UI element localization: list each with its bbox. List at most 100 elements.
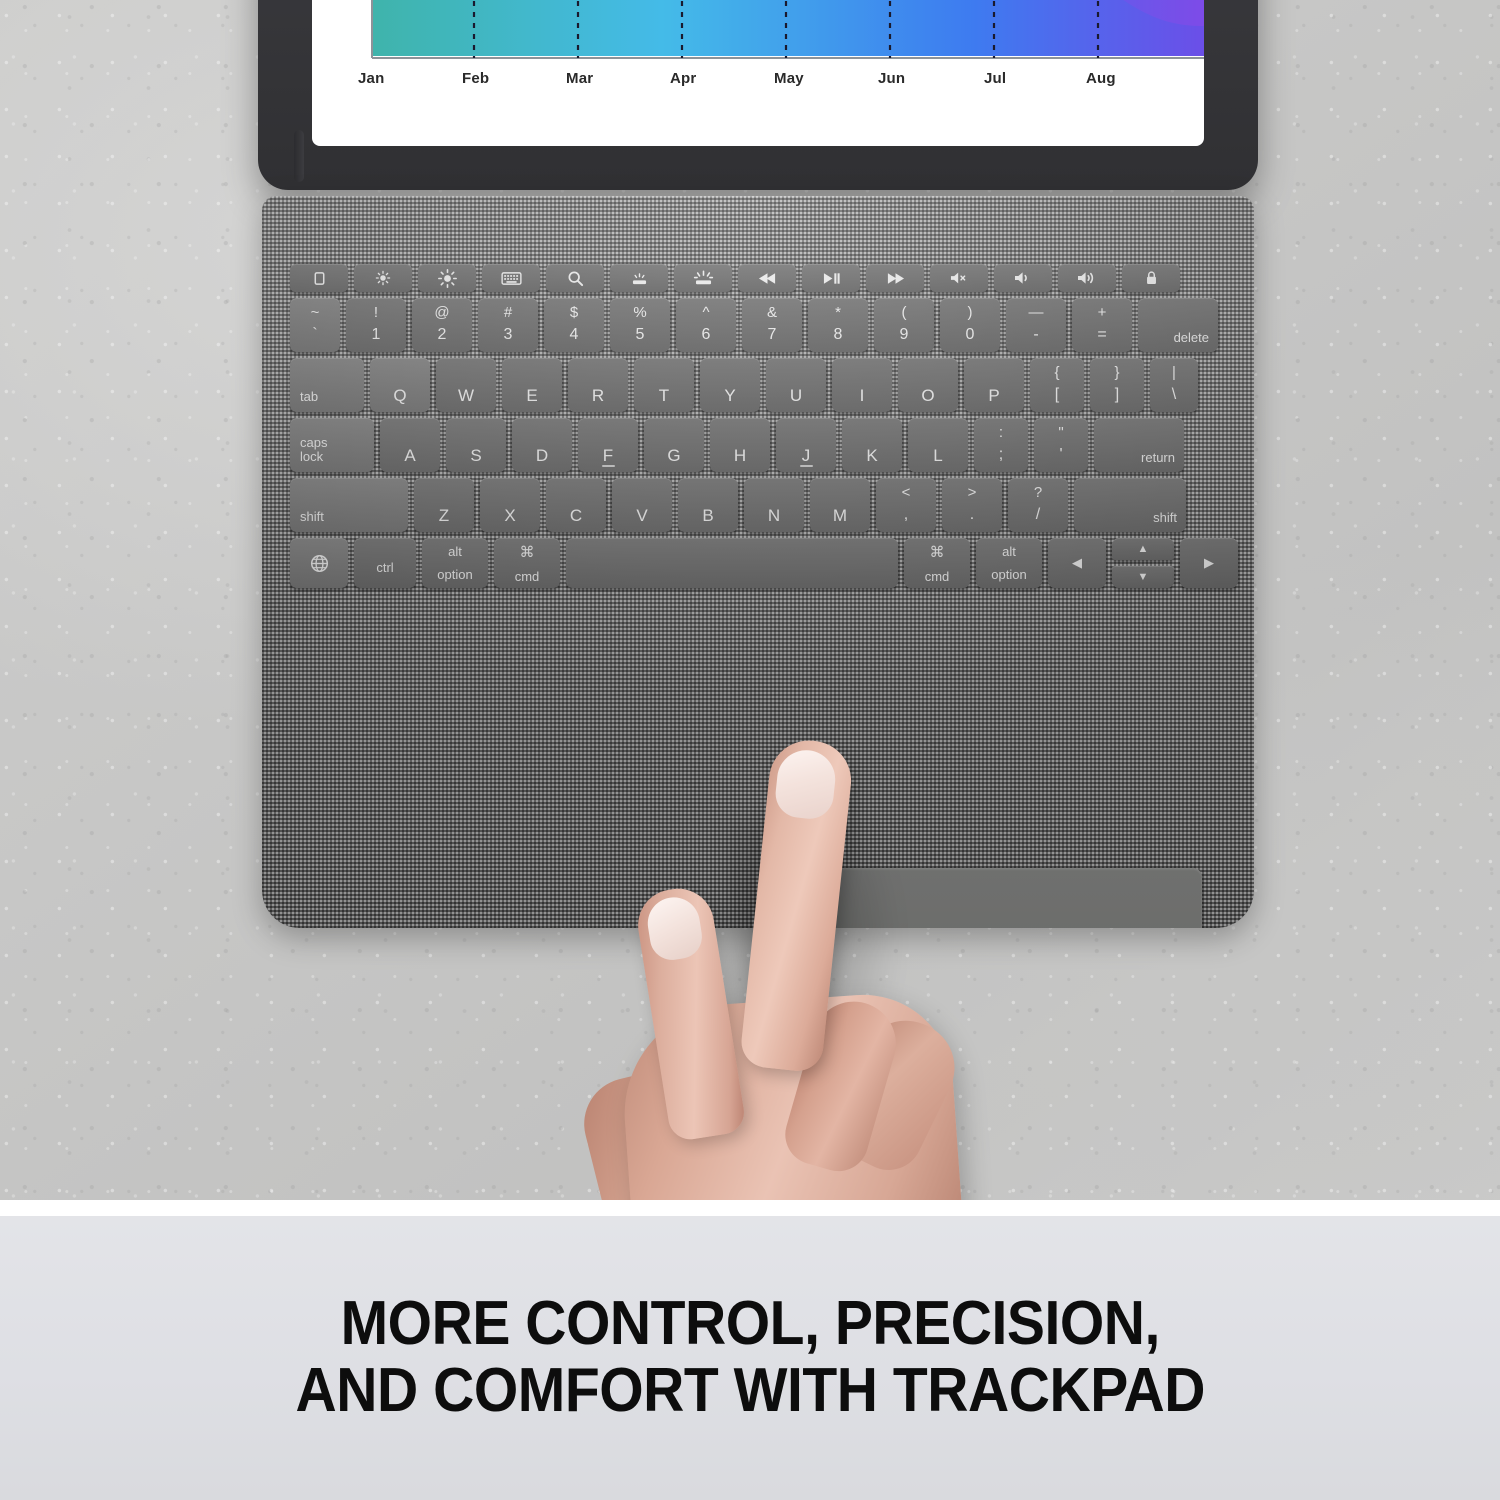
key-lower: cmd: [924, 568, 950, 584]
comma-key[interactable]: <,: [876, 478, 936, 532]
n-key[interactable]: N: [744, 478, 804, 532]
period-key[interactable]: >.: [942, 478, 1002, 532]
key-label: F: [602, 446, 614, 465]
mute-key[interactable]: [930, 264, 988, 292]
left-bracket-key[interactable]: {[: [1030, 358, 1084, 412]
arrow-up-key[interactable]: ▲: [1112, 538, 1174, 560]
play-pause-key[interactable]: [802, 264, 860, 292]
keyboard: ~ ` ! 1 @2 #3 $4 % 5 ^ 6 & 7 * 8 (9) 0…: [290, 264, 1238, 594]
tablet-screen[interactable]: 40% 20% Jan Feb Mar Apr May Jun Jul Aug: [312, 0, 1204, 146]
j-key[interactable]: J: [776, 418, 836, 472]
left-command-key[interactable]: ⌘ cmd: [494, 538, 560, 588]
right-command-key[interactable]: ⌘ cmd: [904, 538, 970, 588]
left-shift-key[interactable]: shift: [290, 478, 408, 532]
m-key[interactable]: M: [810, 478, 870, 532]
r-key[interactable]: R: [568, 358, 628, 412]
volume-up-key[interactable]: [1058, 264, 1116, 292]
search-key[interactable]: [546, 264, 604, 292]
key-label: L: [933, 446, 943, 465]
v-key[interactable]: V: [612, 478, 672, 532]
key-upper: ^: [702, 304, 710, 321]
g-key[interactable]: G: [644, 418, 704, 472]
key-upper: :: [998, 424, 1004, 441]
equals-key[interactable]: + =: [1072, 298, 1132, 352]
h-key[interactable]: H: [710, 418, 770, 472]
key-upper: {: [1054, 364, 1060, 381]
one-key[interactable]: ! 1: [346, 298, 406, 352]
z-key[interactable]: Z: [414, 478, 474, 532]
delete-key[interactable]: delete: [1138, 298, 1218, 352]
left-option-key[interactable]: alt option: [422, 538, 488, 588]
brightness-down-key[interactable]: [354, 264, 412, 292]
arrow-right-key[interactable]: ▶: [1180, 538, 1238, 588]
x-key[interactable]: X: [480, 478, 540, 532]
seven-key[interactable]: & 7: [742, 298, 802, 352]
arrow-down-key[interactable]: ▼: [1112, 566, 1174, 588]
s-key[interactable]: S: [446, 418, 506, 472]
u-key[interactable]: U: [766, 358, 826, 412]
onscreen-keyboard-key[interactable]: [482, 264, 540, 292]
control-key[interactable]: ctrl: [354, 538, 416, 588]
four-key[interactable]: $4: [544, 298, 604, 352]
l-key[interactable]: L: [908, 418, 968, 472]
backlight-down-key[interactable]: [610, 264, 668, 292]
six-key[interactable]: ^ 6: [676, 298, 736, 352]
five-key[interactable]: % 5: [610, 298, 670, 352]
f-key[interactable]: F: [578, 418, 638, 472]
keyboard-backlight-down-icon: [610, 264, 668, 292]
right-bracket-key[interactable]: }]: [1090, 358, 1144, 412]
key-label: ctrl: [376, 560, 394, 576]
quote-key[interactable]: " ': [1034, 418, 1088, 472]
key-label: K: [866, 446, 878, 465]
key-label: P: [988, 386, 1000, 405]
t-key[interactable]: T: [634, 358, 694, 412]
home-key[interactable]: [290, 264, 348, 292]
e-key[interactable]: E: [502, 358, 562, 412]
number-row: ~ ` ! 1 @2 #3 $4 % 5 ^ 6 & 7 * 8 (9) 0…: [290, 298, 1226, 352]
key-upper: +: [1097, 304, 1107, 321]
c-key[interactable]: C: [546, 478, 606, 532]
key-lower: 6: [701, 326, 711, 343]
right-shift-key[interactable]: shift: [1074, 478, 1186, 532]
zero-key[interactable]: ) 0: [940, 298, 1000, 352]
brightness-up-key[interactable]: [418, 264, 476, 292]
key-label: Y: [724, 386, 736, 405]
space-bar[interactable]: [566, 538, 898, 588]
tab-key[interactable]: tab: [290, 358, 364, 412]
key-lower: /: [1035, 506, 1041, 523]
i-key[interactable]: I: [832, 358, 892, 412]
globe-key[interactable]: [290, 538, 348, 588]
semicolon-key[interactable]: :;: [974, 418, 1028, 472]
key-label: V: [636, 506, 648, 525]
arrow-left-key[interactable]: ◀: [1048, 538, 1106, 588]
key-upper: (: [901, 304, 907, 321]
q-key[interactable]: Q: [370, 358, 430, 412]
k-key[interactable]: K: [842, 418, 902, 472]
o-key[interactable]: O: [898, 358, 958, 412]
return-key[interactable]: return: [1094, 418, 1184, 472]
y-key[interactable]: Y: [700, 358, 760, 412]
minus-key[interactable]: — -: [1006, 298, 1066, 352]
backslash-key[interactable]: | \: [1150, 358, 1198, 412]
p-key[interactable]: P: [964, 358, 1024, 412]
nine-key[interactable]: (9: [874, 298, 934, 352]
caps-lock-key[interactable]: caps lock: [290, 418, 374, 472]
b-key[interactable]: B: [678, 478, 738, 532]
volume-down-key[interactable]: [994, 264, 1052, 292]
two-key[interactable]: @2: [412, 298, 472, 352]
key-label: shift: [1153, 510, 1177, 526]
previous-track-key[interactable]: [738, 264, 796, 292]
a-key[interactable]: A: [380, 418, 440, 472]
d-key[interactable]: D: [512, 418, 572, 472]
key-upper: —: [1028, 304, 1044, 321]
caption-banner: MORE CONTROL, PRECISION, AND COMFORT WIT…: [0, 1216, 1500, 1500]
w-key[interactable]: W: [436, 358, 496, 412]
next-track-key[interactable]: [866, 264, 924, 292]
slash-key[interactable]: ? /: [1008, 478, 1068, 532]
lock-key[interactable]: [1122, 264, 1180, 292]
backlight-up-key[interactable]: [674, 264, 732, 292]
three-key[interactable]: #3: [478, 298, 538, 352]
eight-key[interactable]: * 8: [808, 298, 868, 352]
tilde-key[interactable]: ~ `: [290, 298, 340, 352]
right-option-key[interactable]: alt option: [976, 538, 1042, 588]
